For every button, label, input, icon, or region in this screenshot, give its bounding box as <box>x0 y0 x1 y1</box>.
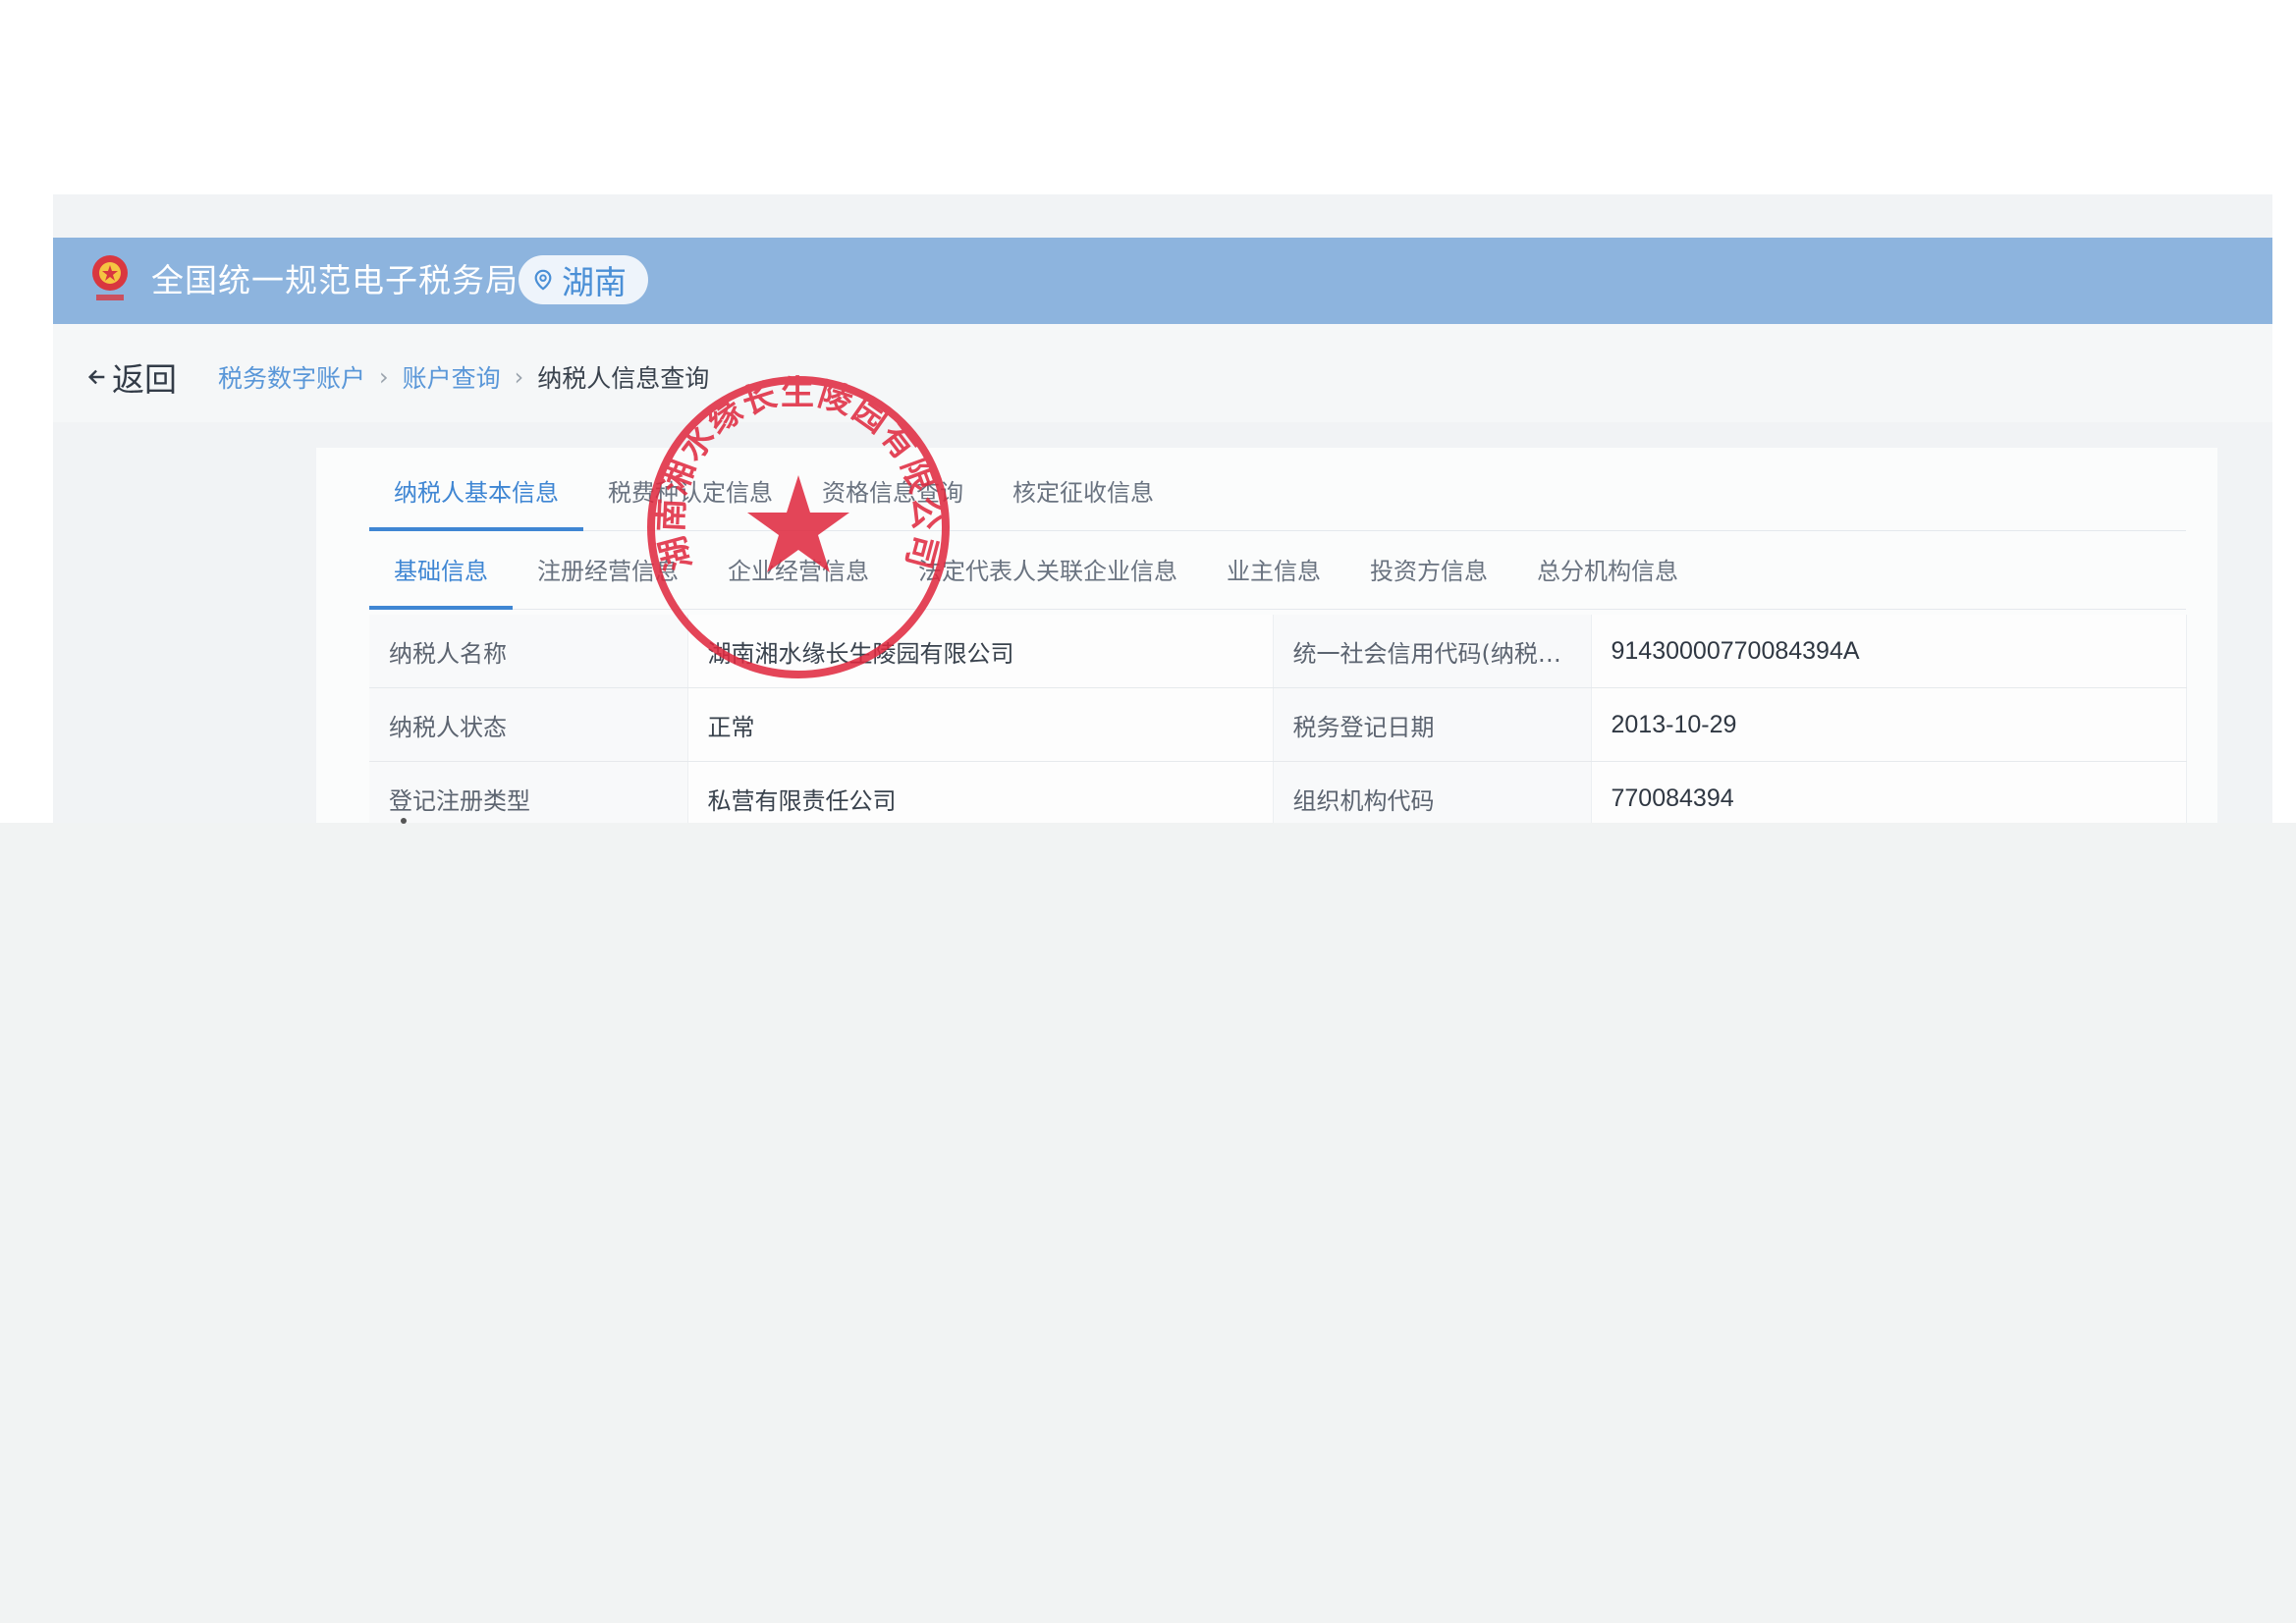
tab-business-operation[interactable]: 企业经营信息 <box>703 536 894 609</box>
field-value: 湖南湘水缘长生陵园有限公司 <box>687 615 1274 688</box>
region-name: 湖南 <box>562 263 627 301</box>
field-label: 统一社会信用代码(纳税人... <box>1273 615 1592 688</box>
field-label: 纳税人状态 <box>369 687 688 762</box>
tab-qualification-query[interactable]: 资格信息查询 <box>797 458 988 530</box>
screenshot-region: 全国统一规范电子税务局 湖南 返回 税务数字账户 › 账户查询 › 纳税人信息查… <box>53 194 2272 823</box>
breadcrumb: 税务数字账户 › 账户查询 › 纳税人信息查询 <box>218 359 709 395</box>
breadcrumb-item-current: 纳税人信息查询 <box>537 364 710 393</box>
table-row: 登记注册类型 私营有限责任公司 组织机构代码 770084394 <box>369 761 2187 823</box>
tab-assessed-collection[interactable]: 核定征收信息 <box>988 458 1178 530</box>
back-button[interactable]: 返回 <box>86 353 177 401</box>
tab-taxpayer-basic-info[interactable]: 纳税人基本信息 <box>369 458 583 531</box>
tab-registration-operation[interactable]: 注册经营信息 <box>513 536 703 609</box>
field-label: 组织机构代码 <box>1273 761 1592 823</box>
arrow-left-icon <box>87 369 105 385</box>
top-header-bar: 全国统一规范电子税务局 湖南 <box>53 238 2272 324</box>
tax-emblem-icon <box>92 255 128 300</box>
table-row: 纳税人状态 正常 税务登记日期 2013-10-29 <box>369 687 2187 762</box>
field-value: 91430000770084394A <box>1591 615 2187 688</box>
tab-tax-type-recognition[interactable]: 税费种认定信息 <box>583 458 797 530</box>
field-value: 私营有限责任公司 <box>687 761 1274 823</box>
breadcrumb-item-account-query[interactable]: 账户查询 <box>403 359 501 395</box>
tab-owner-info[interactable]: 业主信息 <box>1202 536 1345 609</box>
field-label: 税务登记日期 <box>1273 687 1592 762</box>
field-label: 纳税人名称 <box>369 615 688 688</box>
blank-scan-area <box>0 823 2296 1623</box>
chevron-right-icon: › <box>379 363 389 391</box>
tab-branch-info[interactable]: 总分机构信息 <box>1512 536 1703 609</box>
region-selector[interactable]: 湖南 <box>519 255 648 304</box>
secondary-tabs: 基础信息 注册经营信息 企业经营信息 法定代表人关联企业信息 业主信息 投资方信… <box>369 536 2186 610</box>
primary-tabs: 纳税人基本信息 税费种认定信息 资格信息查询 核定征收信息 <box>369 458 2186 531</box>
field-value: 正常 <box>687 687 1274 762</box>
tab-basic-info[interactable]: 基础信息 <box>369 536 513 610</box>
tab-legal-rep-related[interactable]: 法定代表人关联企业信息 <box>894 536 1202 609</box>
field-value: 770084394 <box>1591 761 2187 823</box>
field-label: 登记注册类型 <box>369 761 688 823</box>
table-row: 纳税人名称 湖南湘水缘长生陵园有限公司 统一社会信用代码(纳税人... 9143… <box>369 615 2187 688</box>
tab-investor-info[interactable]: 投资方信息 <box>1345 536 1512 609</box>
breadcrumb-bar: 返回 税务数字账户 › 账户查询 › 纳税人信息查询 <box>53 324 2272 422</box>
chevron-right-icon: › <box>514 363 524 391</box>
site-title: 全国统一规范电子税务局 <box>151 261 519 299</box>
field-value: 2013-10-29 <box>1591 687 2187 762</box>
page: 全国统一规范电子税务局 湖南 返回 税务数字账户 › 账户查询 › 纳税人信息查… <box>0 0 2296 1623</box>
content-panel: 纳税人基本信息 税费种认定信息 资格信息查询 核定征收信息 基础信息 注册经营信… <box>316 448 2217 823</box>
back-label: 返回 <box>112 360 177 399</box>
location-pin-icon <box>534 269 552 291</box>
taxpayer-info-table: 纳税人名称 湖南湘水缘长生陵园有限公司 统一社会信用代码(纳税人... 9143… <box>369 615 2187 823</box>
scan-speck <box>401 818 407 824</box>
breadcrumb-item-tax-account[interactable]: 税务数字账户 <box>218 359 365 395</box>
